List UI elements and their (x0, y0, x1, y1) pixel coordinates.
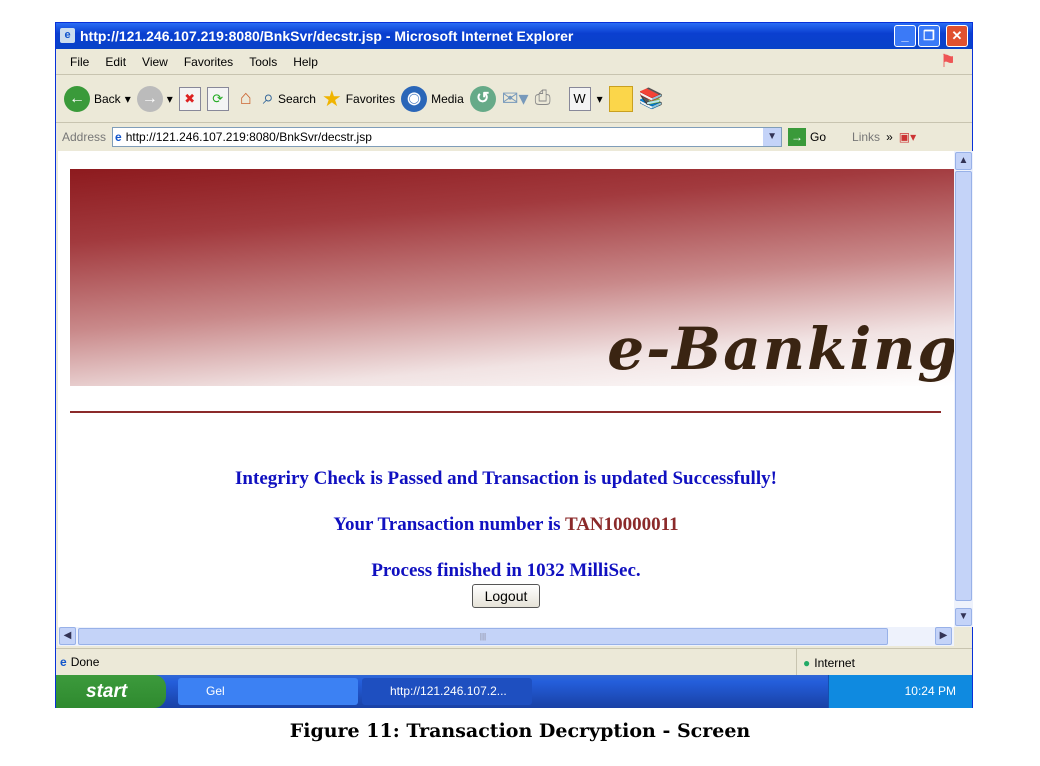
success-message: Integriry Check is Passed and Transactio… (235, 468, 777, 489)
address-bar: Address e http://121.246.107.219:8080/Bn… (56, 123, 972, 150)
menu-bar: File Edit View Favorites Tools Help ⚑ (56, 49, 972, 75)
minimize-button[interactable]: _ (894, 25, 916, 47)
menu-edit[interactable]: Edit (99, 55, 132, 69)
go-arrow-icon: → (788, 127, 807, 146)
back-button[interactable]: ← Back ▾ (64, 85, 131, 112)
menu-favorites[interactable]: Favorites (178, 55, 239, 69)
horizontal-scroll-thumb[interactable]: ||| (78, 628, 888, 645)
taskbar-item-ie[interactable]: http://121.246.107.2... (362, 678, 532, 705)
process-time: Process finished in 1032 MilliSec. (371, 560, 641, 581)
page-done-icon: e (60, 655, 67, 669)
scroll-up-button[interactable]: ▲ (955, 152, 972, 170)
go-button[interactable]: → Go (788, 127, 827, 146)
go-label: Go (810, 129, 827, 144)
chevron-icon[interactable]: » (886, 130, 893, 144)
scroll-down-button[interactable]: ▼ (955, 608, 972, 626)
links-button[interactable]: Links (852, 130, 880, 144)
menu-view[interactable]: View (136, 55, 174, 69)
forward-arrow-icon: → (136, 85, 163, 112)
media-label: Media (431, 91, 464, 106)
research-icon[interactable]: 📚 (639, 86, 664, 111)
address-dropdown[interactable]: ▼ (763, 127, 782, 146)
media-button[interactable]: ◉ Media (401, 85, 464, 112)
search-label: Search (277, 91, 316, 106)
globe-icon: ● (803, 655, 811, 670)
address-input[interactable]: e http://121.246.107.219:8080/BnkSvr/dec… (112, 126, 783, 147)
toolbar: ← Back ▾ → ▾ ✖ ⟳ ⌂ ⌕ Search ★ Favorites ◉ Me… (56, 75, 972, 123)
star-icon: ★ (321, 85, 342, 111)
print-icon[interactable]: ⎙ (535, 87, 551, 110)
banner: e-Banking (70, 169, 954, 386)
logout-button[interactable]: Logout (472, 584, 540, 608)
media-globe-icon: ◉ (401, 85, 428, 112)
clock: 10:24 PM (904, 684, 956, 698)
taskbar-item-gel[interactable]: Gel (178, 678, 358, 705)
divider (70, 411, 941, 413)
menu-tools[interactable]: Tools (243, 55, 283, 69)
discuss-icon[interactable] (608, 85, 633, 112)
edit-word-icon[interactable]: W (568, 86, 591, 111)
address-url: http://121.246.107.219:8080/BnkSvr/decst… (125, 129, 372, 144)
system-tray: 10:24 PM (828, 675, 972, 708)
window-title: http://121.246.107.219:8080/BnkSvr/decst… (80, 28, 574, 44)
windows-logo-icon: ⚑ (939, 51, 956, 71)
menu-help[interactable]: Help (287, 55, 324, 69)
page-icon: e (115, 129, 122, 144)
status-bar: e Done ● Internet (56, 648, 972, 676)
back-label: Back (94, 91, 121, 106)
vertical-scrollbar[interactable]: ▲ ▼ (954, 151, 973, 627)
search-button[interactable]: ⌕ Search (263, 87, 316, 110)
favorites-button[interactable]: ★ Favorites (322, 86, 395, 112)
stop-icon[interactable]: ✖ (178, 86, 201, 111)
edit-dropdown[interactable]: ▾ (597, 92, 603, 106)
favorites-label: Favorites (345, 91, 396, 106)
forward-button[interactable]: → ▾ (136, 85, 173, 112)
ebanking-logo: e-Banking (607, 315, 954, 383)
maximize-button[interactable]: ❐ (918, 25, 940, 47)
status-text: Done (70, 655, 100, 669)
history-icon[interactable]: ↺ (469, 85, 496, 112)
security-zone: ● Internet (796, 649, 855, 676)
taskbar: start Gel http://121.246.107.2... 10:24 … (56, 675, 972, 708)
back-arrow-icon: ← (64, 85, 90, 112)
transaction-number: TAN10000011 (564, 514, 679, 535)
zone-label: Internet (814, 655, 855, 670)
menu-file[interactable]: File (64, 55, 95, 69)
mail-icon[interactable]: ✉▾ (502, 86, 529, 111)
refresh-icon[interactable]: ⟳ (206, 86, 229, 111)
browser-window: e http://121.246.107.219:8080/BnkSvr/dec… (55, 22, 973, 708)
scroll-right-button[interactable]: ▶ (935, 627, 952, 645)
ie-icon: e (60, 28, 75, 43)
page-content: e-Banking Integriry Check is Passed and … (58, 151, 954, 627)
address-label: Address (62, 129, 107, 144)
pdf-icon[interactable]: ▣▾ (899, 130, 916, 144)
transaction-line: Your Transaction number is TAN10000011 (58, 514, 954, 536)
title-bar: e http://121.246.107.219:8080/BnkSvr/dec… (56, 23, 972, 49)
transaction-label: Your Transaction number is (333, 514, 561, 535)
vertical-scroll-thumb[interactable] (955, 171, 972, 601)
close-button[interactable]: ✕ (946, 25, 968, 47)
search-icon: ⌕ (262, 87, 274, 109)
scroll-left-button[interactable]: ◀ (59, 627, 76, 645)
home-icon[interactable]: ⌂ (235, 87, 257, 111)
horizontal-scrollbar[interactable]: ◀ ||| ▶ (58, 627, 954, 646)
start-button[interactable]: start (56, 675, 166, 708)
figure-caption: Figure 11: Transaction Decryption - Scre… (289, 720, 751, 742)
